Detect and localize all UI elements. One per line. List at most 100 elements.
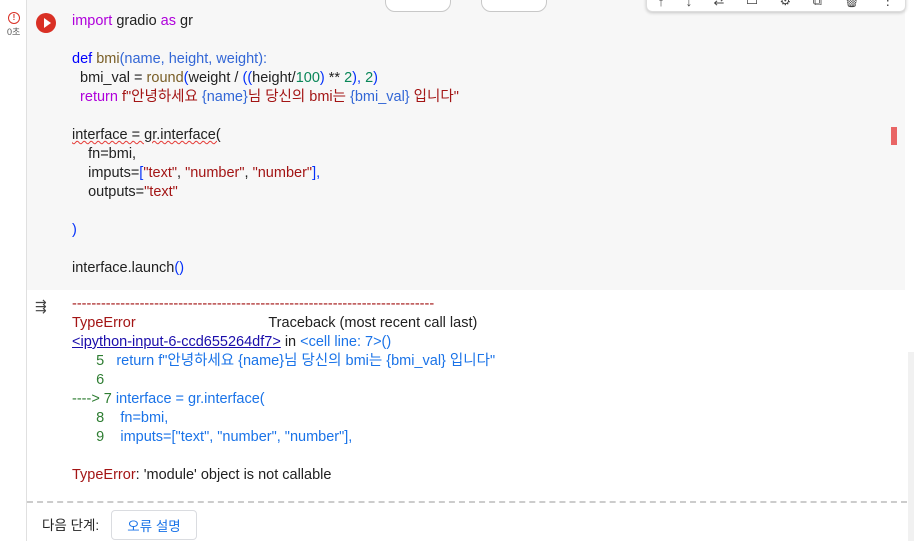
output-settings-icon[interactable]: ⇶: [35, 298, 57, 316]
code-token: 2: [344, 70, 353, 86]
code-line: interface = gr.interface(: [72, 126, 459, 145]
gear-icon[interactable]: ⚙: [780, 0, 792, 9]
code-line: def bmi(name, height, weight):: [72, 50, 459, 69]
code-token: 님 당신의 bmi는: [247, 89, 350, 105]
code-token: ),: [352, 70, 366, 86]
code-token: "text": [143, 165, 177, 181]
code-token: ,: [177, 165, 186, 181]
code-cell: import gradio as gr def bmi(name, height,…: [26, 0, 907, 541]
add-text-button[interactable]: [481, 0, 547, 12]
next-step-label: 다음 단계:: [42, 518, 100, 533]
code-line: ): [72, 221, 459, 240]
code-token: height/: [252, 70, 296, 86]
code-token: gradio: [112, 13, 161, 29]
output-token[interactable]: <ipython-input-6-ccd655264df7>: [72, 334, 281, 350]
output-line: TypeError: 'module' object is not callab…: [72, 466, 495, 485]
error-icon: !: [8, 12, 20, 24]
output-line: 6: [72, 371, 495, 390]
output-line: ----> 7 interface = gr.interface(: [72, 390, 495, 409]
code-token: round: [146, 70, 184, 86]
code-text[interactable]: import gradio as gr def bmi(name, height,…: [72, 12, 459, 278]
output-token: ----------------------------------------…: [72, 296, 435, 312]
arrow-down-icon[interactable]: ↓: [686, 0, 693, 9]
code-line: import gradio as gr: [72, 12, 459, 31]
code-line: fn=bmi,: [72, 145, 459, 164]
code-token: {bmi_val}: [350, 89, 410, 105]
run-cell-button[interactable]: [36, 13, 56, 33]
run-area: [27, 0, 67, 290]
code-token: f"안녕하세요: [117, 89, 202, 105]
code-line: outputs="text": [72, 183, 459, 202]
code-token: as: [160, 13, 176, 29]
output-token: Traceback (most recent call last): [135, 315, 478, 331]
play-icon: [43, 18, 51, 28]
explain-error-button[interactable]: 오류 설명: [111, 510, 197, 540]
output-line: ----------------------------------------…: [72, 295, 495, 314]
code-token: (): [174, 260, 185, 276]
code-token: "number": [252, 165, 313, 181]
code-token: 2: [365, 70, 374, 86]
code-token: 입니다": [409, 89, 459, 105]
code-line: imputs=["text", "number", "number"],: [72, 164, 459, 183]
error-scroll-marker: [891, 127, 897, 145]
code-token: interface = gr.interface(: [72, 127, 221, 143]
code-token: gr: [176, 13, 193, 29]
output-token: 8: [72, 410, 109, 426]
execution-gutter: ! 0초: [0, 0, 26, 541]
page-scrollbar[interactable]: [908, 352, 914, 541]
output-token: fn=bmi,: [108, 410, 169, 426]
output-token: return f"안녕하세요 {name}님 당신의 bmi는 {bmi_val…: [108, 353, 496, 369]
code-token: weight /: [188, 70, 243, 86]
code-token: interface.launch: [72, 260, 175, 276]
output-token: 5: [72, 353, 109, 369]
code-token: (name, height, weight):: [119, 51, 268, 67]
mirror-icon[interactable]: ⧉: [813, 0, 822, 9]
code-token: ((: [242, 70, 253, 86]
code-token: ): [373, 70, 378, 86]
cell-output: ⇶ --------------------------------------…: [27, 290, 907, 503]
code-token: "text": [144, 184, 178, 200]
output-line: 5 return f"안녕하세요 {name}님 당신의 bmi는 {bmi_v…: [72, 352, 495, 371]
output-text: ----------------------------------------…: [72, 295, 495, 485]
code-token: import: [72, 13, 113, 29]
code-token: **: [324, 70, 345, 86]
output-token: 6: [72, 372, 105, 388]
output-token: interface = gr.interface(: [115, 391, 265, 407]
code-token: bmi: [96, 51, 120, 67]
code-token: ,: [244, 165, 253, 181]
output-token: in: [280, 334, 301, 350]
code-line: bmi_val = round(weight / ((height/100) *…: [72, 69, 459, 88]
add-code-button[interactable]: [385, 0, 451, 12]
code-token: def: [72, 51, 93, 67]
more-icon[interactable]: ⋮: [881, 0, 894, 9]
code-editor[interactable]: import gradio as gr def bmi(name, height,…: [67, 0, 905, 290]
code-token: fn=bmi,: [72, 146, 137, 162]
code-token: imputs=: [72, 165, 140, 181]
code-line: interface.launch(): [72, 259, 459, 278]
code-token: 100: [295, 70, 320, 86]
output-line: TypeError Traceback (most recent call la…: [72, 314, 495, 333]
output-line: <ipython-input-6-ccd655264df7> in <cell …: [72, 333, 495, 352]
output-token: ----> 7: [72, 391, 116, 407]
cell-toolbar: ↑ ↓ ⇄ ▭ ⚙ ⧉ 🗑 ⋮: [646, 0, 906, 12]
output-token: TypeError: [72, 467, 136, 483]
output-line: 9 imputs=["text", "number", "number"],: [72, 428, 495, 447]
output-divider: [27, 501, 907, 503]
code-token: {name}: [201, 89, 248, 105]
arrow-up-icon[interactable]: ↑: [658, 0, 665, 9]
code-token: outputs=: [72, 184, 145, 200]
output-token: TypeError: [72, 315, 136, 331]
code-line: return f"안녕하세요 {name}님 당신의 bmi는 {bmi_val…: [72, 88, 459, 107]
execution-time: 0초: [7, 27, 21, 37]
delete-icon[interactable]: 🗑: [843, 0, 860, 9]
link-icon[interactable]: ⇄: [714, 0, 725, 9]
comment-icon[interactable]: ▭: [746, 0, 758, 9]
output-token: <cell line: 7>(): [300, 334, 392, 350]
code-token: bmi_val =: [72, 70, 147, 86]
code-token: ],: [312, 165, 321, 181]
output-token: 9: [72, 429, 109, 445]
